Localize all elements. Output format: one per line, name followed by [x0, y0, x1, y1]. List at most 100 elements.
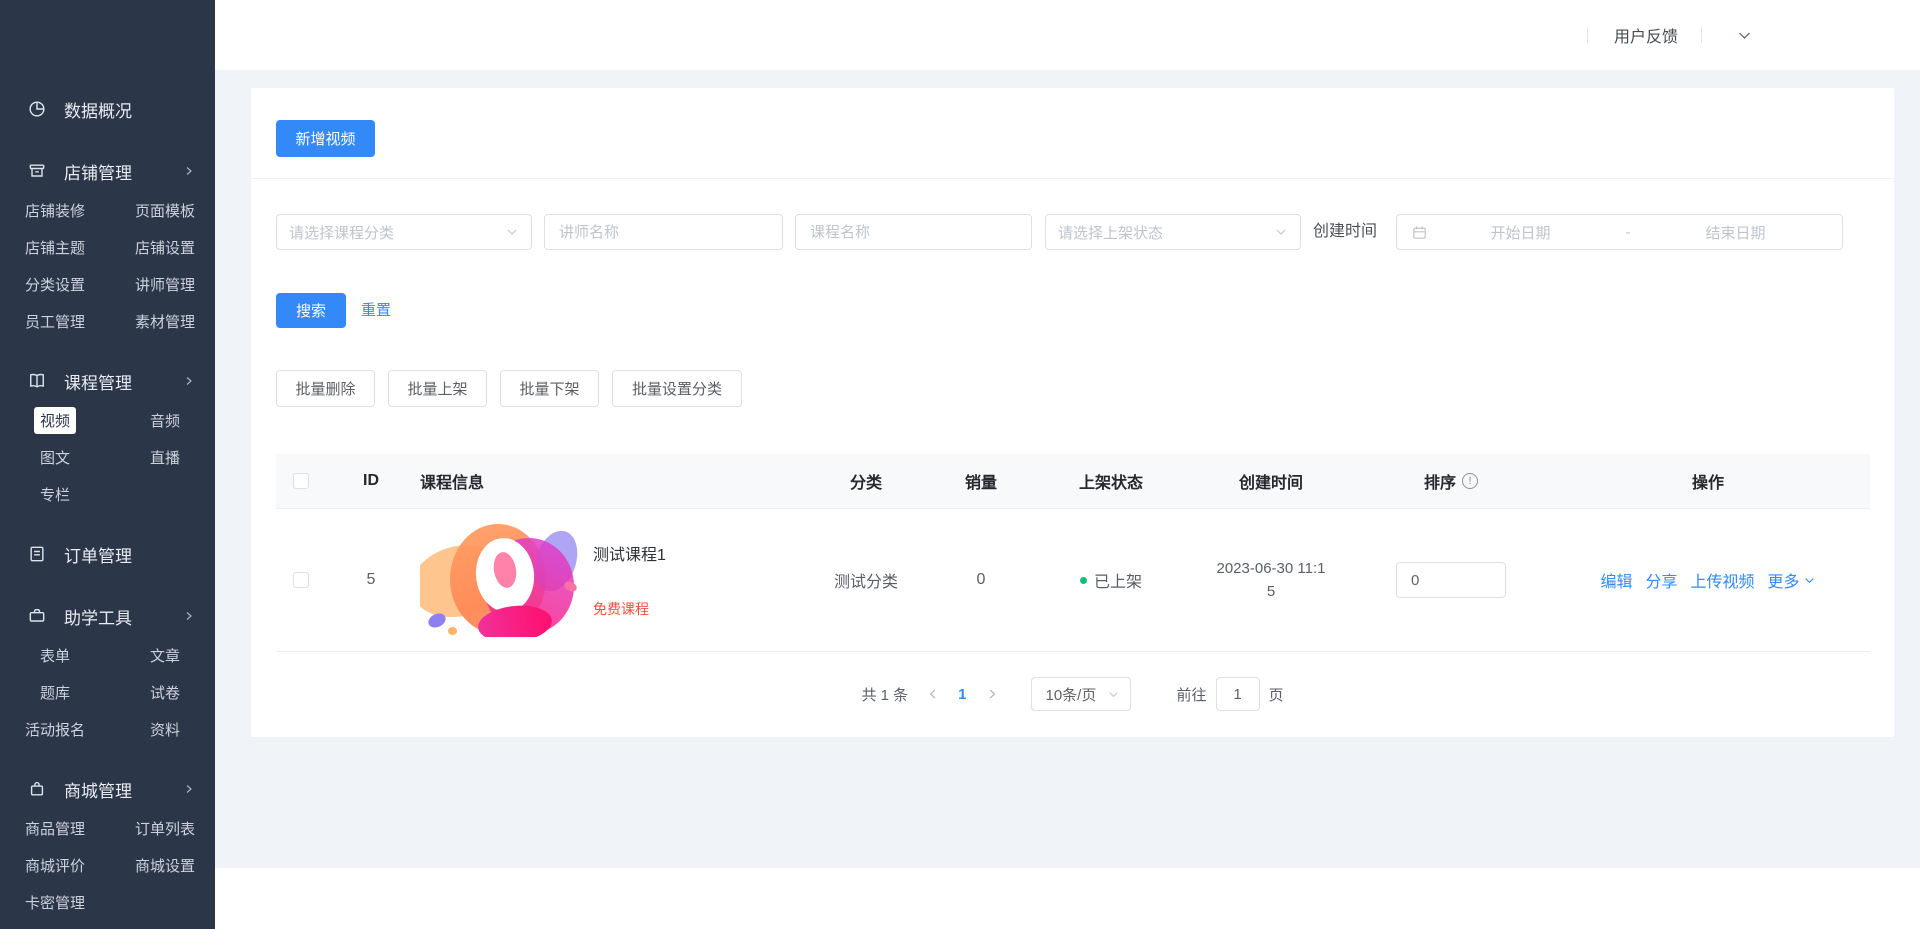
book-icon [27, 371, 47, 391]
sidebar-group-label: 课程管理 [64, 369, 132, 394]
chevron-down-icon[interactable] [1736, 27, 1753, 44]
pagination-total: 共 1 条 [861, 684, 908, 705]
user-feedback-link[interactable]: 用户反馈 [1614, 23, 1678, 47]
goto-page-input[interactable] [1216, 677, 1260, 711]
batch-unpublish-button[interactable]: 批量下架 [500, 370, 599, 407]
sidebar-group-tools-title[interactable]: 助学工具 [0, 595, 215, 637]
sidebar-item-video-active[interactable]: 视频 [0, 402, 110, 439]
order-icon [27, 544, 47, 564]
sidebar-item[interactable]: 店铺设置 [110, 229, 220, 266]
row-checkbox[interactable] [293, 572, 309, 588]
status-select[interactable]: 请选择上架状态 [1045, 214, 1301, 250]
sidebar-item[interactable]: 活动报名 [0, 711, 110, 748]
sidebar-group-label: 订单管理 [64, 542, 132, 567]
sidebar-item[interactable]: 文章 [110, 637, 220, 674]
page-unit-label: 页 [1269, 684, 1284, 705]
table-header: ID 课程信息 分类 销量 上架状态 创建时间 排序 ! 操作 [276, 454, 1870, 509]
edit-link[interactable]: 编辑 [1600, 568, 1632, 592]
row-created-time: 2023-06-30 11:15 [1186, 557, 1356, 603]
date-range-picker[interactable]: 开始日期 - 结束日期 [1396, 214, 1843, 250]
sidebar-item[interactable]: 商城设置 [110, 847, 220, 884]
sidebar-item[interactable]: 图文 [0, 439, 110, 476]
column-header-category: 分类 [806, 469, 926, 493]
upload-video-link[interactable]: 上传视频 [1691, 568, 1755, 592]
row-status: 已上架 [1036, 568, 1186, 592]
start-date-placeholder[interactable]: 开始日期 [1428, 222, 1613, 243]
course-name-input[interactable] [810, 224, 1017, 241]
topbar-right-cluster: 用户反馈 [1587, 0, 1753, 70]
page-size-select[interactable]: 10条/页 [1031, 677, 1131, 711]
batch-delete-button[interactable]: 批量删除 [276, 370, 375, 407]
course-thumbnail [420, 524, 579, 637]
column-header-id: ID [326, 472, 416, 490]
teacher-name-input[interactable] [559, 224, 768, 241]
teacher-name-field [544, 214, 783, 250]
sidebar-item[interactable]: 讲师管理 [110, 266, 220, 303]
sidebar-item[interactable]: 资料 [110, 711, 220, 748]
sidebar-item[interactable]: 音频 [110, 402, 220, 439]
chevron-down-icon [1274, 225, 1288, 239]
status-text: 已上架 [1094, 568, 1142, 592]
sidebar-item[interactable]: 素材管理 [110, 303, 220, 340]
sidebar-group-course-title[interactable]: 课程管理 [0, 360, 215, 402]
sidebar-item[interactable]: 员工管理 [0, 303, 110, 340]
course-name-field [795, 214, 1032, 250]
sidebar-item-data-overview[interactable]: 数据概况 [0, 88, 215, 130]
chevron-right-icon [183, 610, 195, 622]
sidebar-item[interactable]: 页面模板 [110, 192, 220, 229]
category-select-placeholder: 请选择课程分类 [289, 222, 394, 243]
sidebar-group-order: 订单管理 [0, 533, 215, 575]
row-course-info: 测试课程1 免费课程 [416, 524, 806, 637]
batch-set-category-button[interactable]: 批量设置分类 [612, 370, 742, 407]
row-id: 5 [326, 571, 416, 589]
column-header-ops: 操作 [1546, 469, 1870, 493]
sort-input[interactable] [1396, 562, 1506, 598]
chevron-right-icon [183, 375, 195, 387]
sidebar-group-label: 数据概况 [64, 97, 132, 122]
sidebar-item[interactable]: 订单列表 [110, 810, 220, 847]
sidebar-item[interactable]: 表单 [0, 637, 110, 674]
batch-publish-button[interactable]: 批量上架 [388, 370, 487, 407]
sidebar-item[interactable]: 卡密管理 [0, 884, 110, 921]
sidebar-group-shop-title[interactable]: 店铺管理 [0, 150, 215, 192]
goto-label: 前往 [1177, 684, 1207, 705]
sidebar-item-order-management[interactable]: 订单管理 [0, 533, 215, 575]
sidebar-group-data: 数据概况 [0, 88, 215, 130]
briefcase-icon [27, 606, 47, 626]
chevron-right-icon [183, 783, 195, 795]
sidebar-item[interactable]: 直播 [110, 439, 220, 476]
content-card: 新增视频 请选择课程分类 请选择上架状态 创建时间 [251, 88, 1894, 737]
share-link[interactable]: 分享 [1645, 568, 1677, 592]
prev-page-button[interactable] [926, 687, 940, 701]
sidebar-item[interactable]: 专栏 [0, 476, 110, 513]
sidebar-group-mall-title[interactable]: 商城管理 [0, 768, 215, 810]
sidebar-item[interactable]: 商城评价 [0, 847, 110, 884]
chevron-down-icon [1107, 688, 1120, 701]
sidebar-item[interactable]: 商品管理 [0, 810, 110, 847]
more-dropdown[interactable]: 更多 [1768, 568, 1816, 592]
info-circle-icon[interactable]: ! [1462, 473, 1478, 489]
end-date-placeholder[interactable]: 结束日期 [1643, 222, 1828, 243]
filter-bar: 请选择课程分类 请选择上架状态 创建时间 [251, 214, 1894, 250]
next-page-button[interactable] [985, 687, 999, 701]
shop-icon [27, 161, 47, 181]
add-video-button[interactable]: 新增视频 [276, 120, 375, 157]
course-title: 测试课程1 [593, 541, 666, 565]
search-button[interactable]: 搜索 [276, 293, 346, 328]
sidebar-group-mall: 商城管理 商品管理 订单列表 商城评价 商城设置 卡密管理 [0, 768, 215, 921]
sidebar-group-course: 课程管理 视频 音频 图文 直播 专栏 [0, 360, 215, 513]
sidebar-item[interactable]: 试卷 [110, 674, 220, 711]
sidebar-item[interactable]: 题库 [0, 674, 110, 711]
column-header-created: 创建时间 [1186, 469, 1356, 493]
sidebar-item[interactable]: 店铺装修 [0, 192, 110, 229]
table-row: 5 测试课程1 免费课程 测试分类 0 已上架 [276, 509, 1870, 652]
date-range-separator: - [1613, 224, 1643, 241]
page-number-current[interactable]: 1 [958, 686, 966, 703]
sidebar-item[interactable]: 店铺主题 [0, 229, 110, 266]
select-all-checkbox[interactable] [293, 473, 309, 489]
row-category: 测试分类 [806, 568, 926, 592]
sidebar-item[interactable]: 分类设置 [0, 266, 110, 303]
status-select-placeholder: 请选择上架状态 [1058, 222, 1163, 243]
reset-button[interactable]: 重置 [361, 293, 391, 328]
category-select[interactable]: 请选择课程分类 [276, 214, 532, 250]
